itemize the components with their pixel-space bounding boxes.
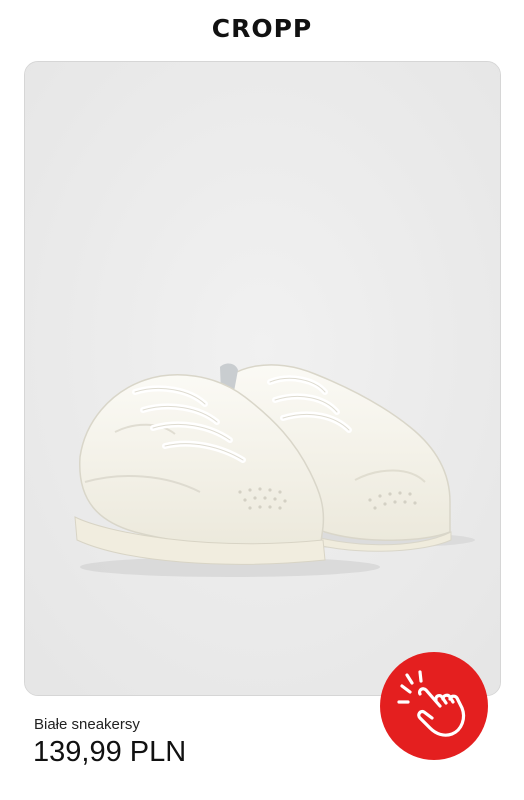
product-image: [25, 62, 500, 695]
tap-hand-icon: [397, 670, 466, 737]
tap-cta-button[interactable]: [380, 652, 488, 760]
product-card[interactable]: [24, 61, 501, 696]
product-price: 139,99 PLN: [33, 736, 187, 768]
product-name: Białe sneakersy: [34, 716, 140, 733]
brand-logo: CROPP: [211, 14, 313, 43]
brand-header: CROPP: [0, 14, 524, 43]
